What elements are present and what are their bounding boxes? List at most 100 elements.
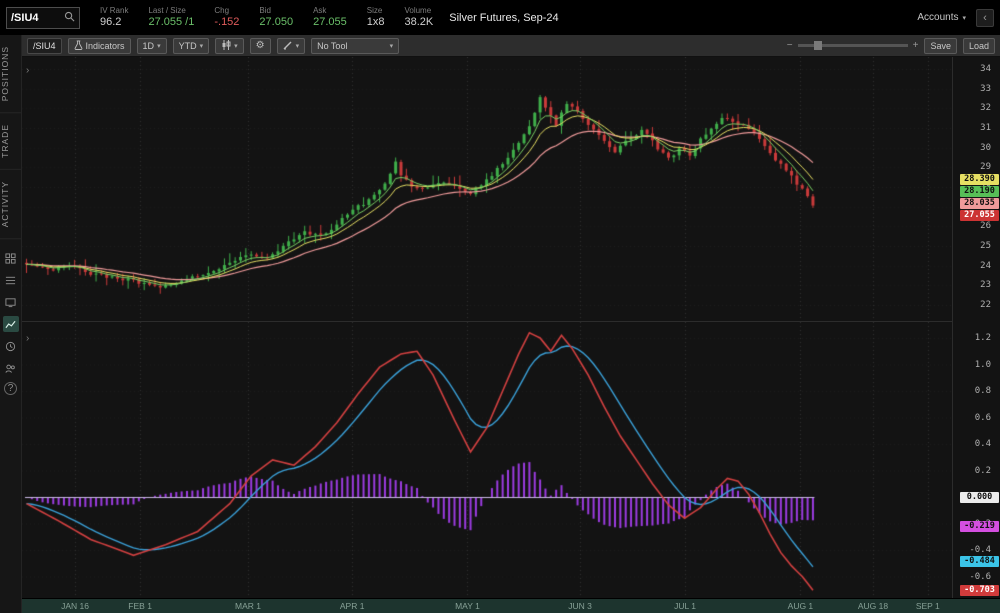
quote-field-value-4: 27.055: [313, 16, 347, 29]
quote-field-value-6: 38.2K: [404, 16, 433, 29]
study-value-tag: -0.484: [960, 556, 999, 567]
price-chart-canvas[interactable]: [22, 57, 952, 322]
zoom-out-button[interactable]: −: [787, 40, 793, 51]
time-tick-label: MAR 1: [235, 601, 261, 611]
sidebar-tab-positions[interactable]: POSITIONS: [0, 35, 21, 113]
quote-field-value-1: 27.055 /1: [148, 16, 194, 29]
chart-symbol-tab[interactable]: /SIU4: [27, 38, 62, 54]
drawing-style-dropdown[interactable]: ▾: [277, 38, 306, 54]
trading-platform-window: /SIU4 IV Rank 96.2 Last / Size 27.055 /1…: [0, 0, 1000, 613]
sidebar-icon-rail: ?: [3, 247, 19, 398]
chart-type-dropdown[interactable]: ▾: [215, 38, 244, 54]
quote-field-value-2: -.152: [214, 16, 239, 29]
time-tick-label: SEP 1: [916, 601, 940, 611]
time-tick-label: FEB 1: [128, 601, 152, 611]
study-tick-label: -0.4: [953, 545, 1000, 555]
chart-area: › › 3433323130292827262524232228.39028.1…: [22, 57, 1000, 598]
quote-field-ask: Ask 27.055: [313, 6, 347, 29]
aggregation-dropdown[interactable]: 1D ▾: [137, 38, 167, 54]
price-tick-label: 24: [953, 261, 1000, 271]
zoom-slider[interactable]: [798, 44, 908, 47]
clock-icon[interactable]: [3, 338, 19, 354]
grid-icon[interactable]: [3, 250, 19, 266]
price-axis[interactable]: 3433323130292827262524232228.39028.19028…: [952, 57, 1000, 322]
time-tick-label: JAN 16: [61, 601, 89, 611]
chart-toolbar: /SIU4 Indicators 1D ▾ YTD ▾ ▾ ⚙: [22, 35, 1000, 57]
study-tick-label: 1.2: [953, 333, 1000, 343]
sidebar-tab-activity[interactable]: ACTIVITY: [0, 170, 21, 239]
study-tick-label: 0.2: [953, 466, 1000, 476]
study-value-tag: -0.219: [960, 521, 999, 532]
chevron-down-icon: ▾: [962, 14, 966, 22]
quote-field-value-0: 96.2: [100, 16, 128, 29]
price-value-tag: 28.035: [960, 198, 999, 209]
price-tick-label: 26: [953, 221, 1000, 231]
tool-dropdown[interactable]: No Tool ▾: [311, 38, 399, 54]
price-tick-label: 22: [953, 300, 1000, 310]
chevron-down-icon: ▾: [390, 42, 394, 50]
price-tick-label: 33: [953, 84, 1000, 94]
accounts-menu[interactable]: Accounts ▾: [917, 12, 966, 23]
price-pane-expander[interactable]: ›: [26, 65, 29, 76]
quote-field-value-5: 1x8: [367, 16, 385, 29]
zoom-slider-handle[interactable]: [814, 41, 822, 50]
time-tick-label: AUG 1: [788, 601, 814, 611]
chevron-down-icon: ▾: [234, 42, 238, 50]
zoom-control: − +: [787, 40, 919, 51]
time-tick-label: AUG 18: [858, 601, 888, 611]
users-icon[interactable]: [3, 360, 19, 376]
price-tick-label: 32: [953, 103, 1000, 113]
chevron-down-icon: ▾: [296, 42, 300, 50]
study-tick-label: 0.8: [953, 386, 1000, 396]
time-tick-label: MAY 1: [455, 601, 480, 611]
zoom-in-button[interactable]: +: [913, 40, 919, 51]
quote-field-bid: Bid 27.050: [259, 6, 293, 29]
study-tick-label: 0.6: [953, 413, 1000, 423]
gear-icon: ⚙: [256, 40, 265, 51]
price-tick-label: 34: [953, 64, 1000, 74]
price-tick-label: 31: [953, 123, 1000, 133]
collapse-panel-button[interactable]: ‹: [976, 9, 994, 27]
quote-field-volume: Volume 38.2K: [404, 6, 433, 29]
candlestick-icon: [221, 40, 231, 52]
help-icon[interactable]: ?: [4, 382, 17, 395]
chevron-down-icon: ▾: [200, 42, 204, 50]
price-tick-label: 23: [953, 280, 1000, 290]
time-axis-bar[interactable]: JAN 16 FEB 1 MAR 1 APR 1 MAY 1 JUN 3 JUL 1 AUG …: [22, 598, 1000, 613]
study-axis[interactable]: 1.21.00.80.60.40.2-0.2-0.4-0.60.000-0.21…: [952, 322, 1000, 598]
list-icon[interactable]: [3, 272, 19, 288]
study-value-tag: 0.000: [960, 492, 999, 503]
price-tick-label: 25: [953, 241, 1000, 251]
pencil-icon: [283, 40, 293, 52]
search-icon[interactable]: [64, 9, 75, 27]
chevron-down-icon: ▾: [157, 42, 161, 50]
instrument-description: Silver Futures, Sep-24: [449, 12, 558, 24]
quote-field-chg: Chg -.152: [214, 6, 239, 29]
macd-study-canvas[interactable]: [22, 322, 952, 598]
study-tick-label: -0.6: [953, 572, 1000, 582]
symbol-text: /SIU4: [11, 12, 39, 24]
save-button[interactable]: Save: [924, 38, 957, 54]
time-tick-label: JUN 3: [568, 601, 592, 611]
study-tick-label: 0.4: [953, 439, 1000, 449]
sidebar-tab-trade[interactable]: TRADE: [0, 113, 21, 170]
quote-field-last-size: Last / Size 27.055 /1: [148, 6, 194, 29]
quote-field-size: Size 1x8: [367, 6, 385, 29]
price-value-tag: 27.055: [960, 210, 999, 221]
time-tick-label: JUL 1: [674, 601, 696, 611]
symbol-input[interactable]: /SIU4: [6, 7, 80, 29]
time-tick-label: APR 1: [340, 601, 365, 611]
study-value-tag: -0.703: [960, 585, 999, 596]
flask-icon: [74, 40, 83, 52]
chart-icon[interactable]: [3, 316, 19, 332]
monitor-icon[interactable]: [3, 294, 19, 310]
pane-divider[interactable]: [22, 321, 952, 322]
quote-field-ivrank: IV Rank 96.2: [100, 6, 128, 29]
study-pane-expander[interactable]: ›: [26, 333, 29, 344]
price-tick-label: 30: [953, 143, 1000, 153]
indicators-button[interactable]: Indicators: [68, 38, 131, 54]
range-dropdown[interactable]: YTD ▾: [173, 38, 210, 54]
quote-header: /SIU4 IV Rank 96.2 Last / Size 27.055 /1…: [0, 0, 1000, 35]
load-button[interactable]: Load: [963, 38, 995, 54]
chart-settings-button[interactable]: ⚙: [250, 38, 271, 54]
